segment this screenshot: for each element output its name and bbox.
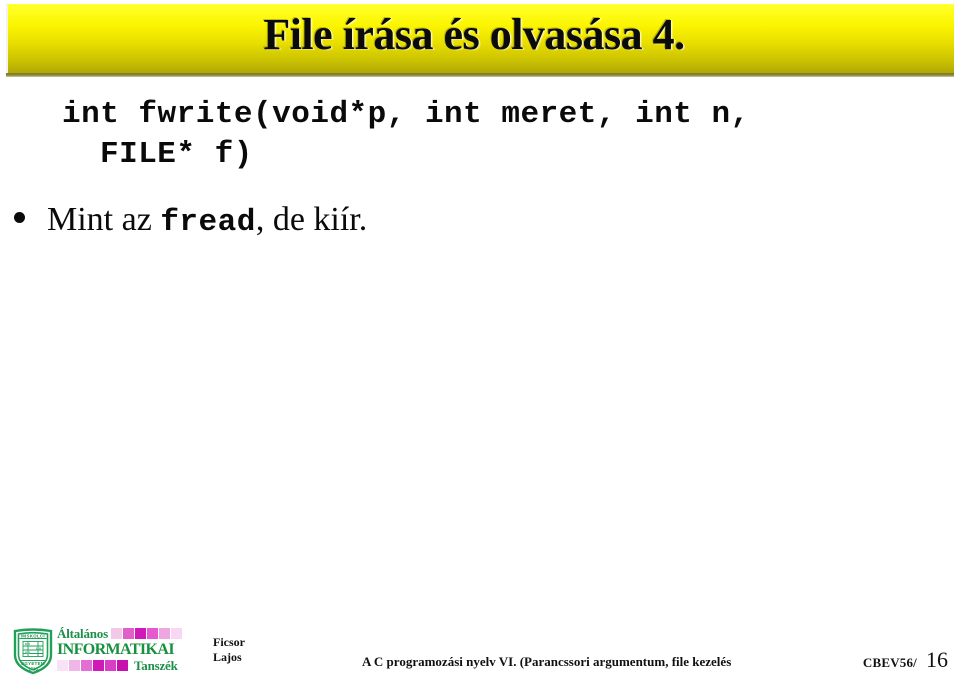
logo-row-1: Általános — [57, 626, 189, 641]
bullet-prefix: Mint az — [47, 201, 161, 238]
color-block — [170, 628, 182, 639]
color-block — [117, 660, 128, 671]
logo-row-2: INFORMATIKAI — [57, 641, 189, 658]
bullet-dot-icon — [14, 212, 25, 223]
footer-subject-text: A C programozási nyelv VI. (Parancssori … — [362, 654, 732, 669]
slide-footer: MISKOLCI EGYETEM 1735 Általános INFORMAT… — [0, 619, 960, 687]
color-block — [69, 660, 80, 671]
author-name: Ficsor Lajos — [213, 635, 245, 665]
color-block — [57, 660, 68, 671]
slide-title: File írása és olvasása 4. — [263, 10, 685, 59]
logo-color-blocks-top — [110, 628, 182, 639]
presentation-slide: File írása és olvasása 4. int fwrite(voi… — [0, 0, 960, 687]
department-logo: Általános INFORMATIKAI Tanszék — [57, 626, 189, 676]
page-info: CBEV56/ 16 — [863, 649, 948, 671]
color-block — [105, 660, 116, 671]
logo-text-altalanos: Általános — [57, 625, 108, 641]
author-first-name: Ficsor — [213, 635, 245, 649]
bullet-text: Mint az fread, de kiír. — [47, 200, 367, 243]
color-block — [134, 628, 146, 639]
bullet-suffix: , de kiír. — [255, 201, 368, 238]
bullet-list-item: Mint az fread, de kiír. — [14, 200, 714, 243]
color-block — [110, 628, 122, 639]
color-block — [158, 628, 170, 639]
course-code: CBEV56/ — [862, 655, 917, 670]
logo-color-blocks-bottom — [57, 660, 128, 671]
author-last-name: Lajos — [213, 650, 242, 664]
color-block — [81, 660, 92, 671]
university-seal-icon: MISKOLCI EGYETEM 1735 — [11, 627, 55, 675]
code-line-2: FILE* f) — [100, 137, 253, 172]
title-banner-shadow — [6, 73, 954, 77]
color-block — [93, 660, 104, 671]
color-block — [122, 628, 134, 639]
page-number: 16 — [926, 647, 948, 672]
svg-text:1735: 1735 — [28, 666, 38, 671]
logo-text-tanszek: Tanszék — [134, 657, 178, 673]
code-line-1: int fwrite(void*p, int meret, int n, — [62, 97, 750, 132]
logo-text-informatikai: INFORMATIKAI — [57, 640, 175, 658]
code-signature-block: int fwrite(void*p, int meret, int n, FIL… — [62, 95, 942, 175]
bullet-mono-term: fread — [160, 205, 256, 240]
logo-row-3: Tanszék — [57, 658, 189, 673]
color-block — [146, 628, 158, 639]
svg-text:MISKOLCI: MISKOLCI — [21, 633, 45, 638]
